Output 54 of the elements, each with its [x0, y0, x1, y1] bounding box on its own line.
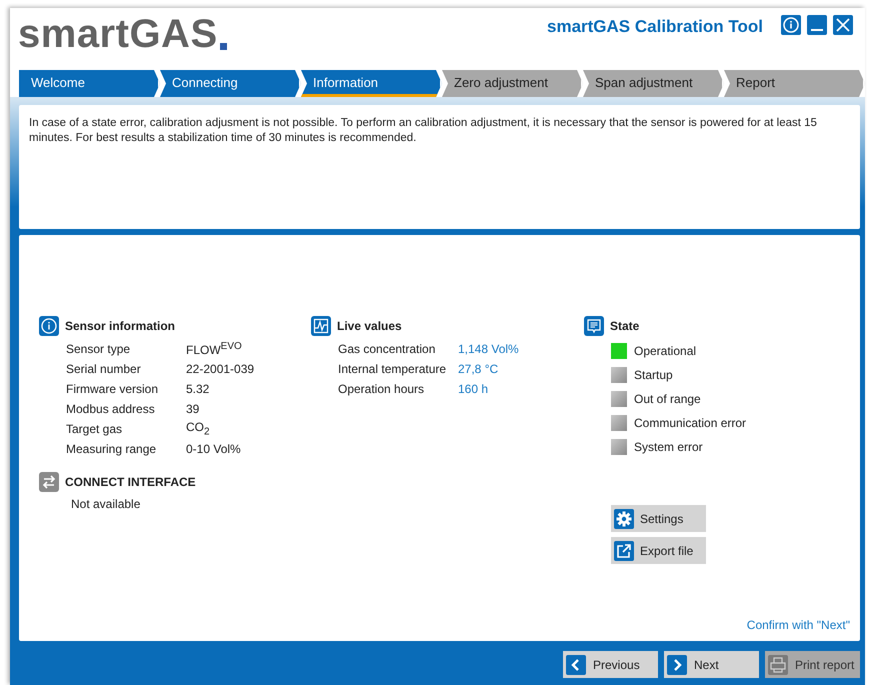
chevron-left-icon: [566, 654, 586, 674]
field-value: FLOW$^{EVO}$: [186, 341, 242, 357]
live-value: 27,8 °C: [458, 362, 498, 376]
chevron-right-icon: [667, 654, 687, 674]
step-tab[interactable]: Connecting: [160, 70, 301, 97]
field-label: Sensor type: [66, 342, 132, 356]
action-button[interactable]: Export file: [611, 537, 706, 564]
close-icon[interactable]: [833, 15, 853, 35]
action-button[interactable]: Settings: [611, 505, 706, 532]
live-value: 1,148 Vol%: [458, 342, 519, 356]
state-label: Startup: [634, 368, 673, 382]
field-value: 5.32: [186, 382, 210, 396]
state-label: Out of range: [634, 392, 701, 406]
state-label: System error: [634, 440, 703, 454]
field-value: 22-2001-039: [186, 362, 254, 376]
step-tab[interactable]: Information: [301, 70, 442, 97]
live-value: 160 h: [458, 382, 488, 396]
field-label: Target gas: [66, 422, 124, 436]
minimize-icon[interactable]: [807, 15, 827, 35]
step-tab[interactable]: Report: [724, 70, 865, 97]
step-tab[interactable]: Zero adjustment: [442, 70, 583, 97]
field-label: Firmware version: [66, 382, 160, 396]
gear-icon: [614, 508, 634, 528]
interface-status: Not available: [70, 497, 142, 511]
message-icon: [584, 316, 604, 336]
field-value: CO$_{2}$: [186, 420, 210, 438]
footer-button[interactable]: Previous: [563, 651, 658, 678]
notice-text: In case of a state error, calibration adjusment is not possible. To perform an calibration adjustment, it is necessary that the sensor is powered for at least 15 minutes. For best results a stabilization time of 30 minutes is recommended.: [29, 116, 818, 146]
hint-text: Confirm with "Next": [746, 618, 850, 632]
field-label: Internal temperature: [338, 362, 448, 376]
section-title: CONNECT INTERFACE: [65, 475, 196, 489]
state-label: Communication error: [634, 416, 746, 430]
field-label: Serial number: [66, 362, 142, 376]
section-title: Live values: [337, 319, 402, 333]
field-value: 39: [186, 402, 200, 416]
field-label: Measuring range: [66, 442, 158, 456]
info-icon[interactable]: [781, 15, 801, 35]
info-icon: [39, 316, 59, 336]
swap-arrows-icon: [39, 472, 59, 492]
export-icon: [614, 540, 634, 560]
chart-icon: [311, 316, 331, 336]
section-title: State: [610, 319, 640, 333]
window-title: smartGAS Calibration Tool: [547, 17, 763, 37]
printer-icon: [768, 654, 788, 674]
step-tab[interactable]: Span adjustment: [583, 70, 724, 97]
state-label: Operational: [634, 344, 696, 358]
footer-button[interactable]: Next: [664, 651, 759, 678]
field-label: Operation hours: [338, 382, 426, 396]
field-value: 0-10 Vol%: [186, 442, 241, 456]
logo: smartGAS: [18, 14, 227, 54]
field-label: Gas concentration: [338, 342, 436, 356]
step-tab[interactable]: Welcome: [19, 70, 160, 97]
section-title: Sensor information: [65, 319, 176, 333]
field-label: Modbus address: [66, 402, 156, 416]
